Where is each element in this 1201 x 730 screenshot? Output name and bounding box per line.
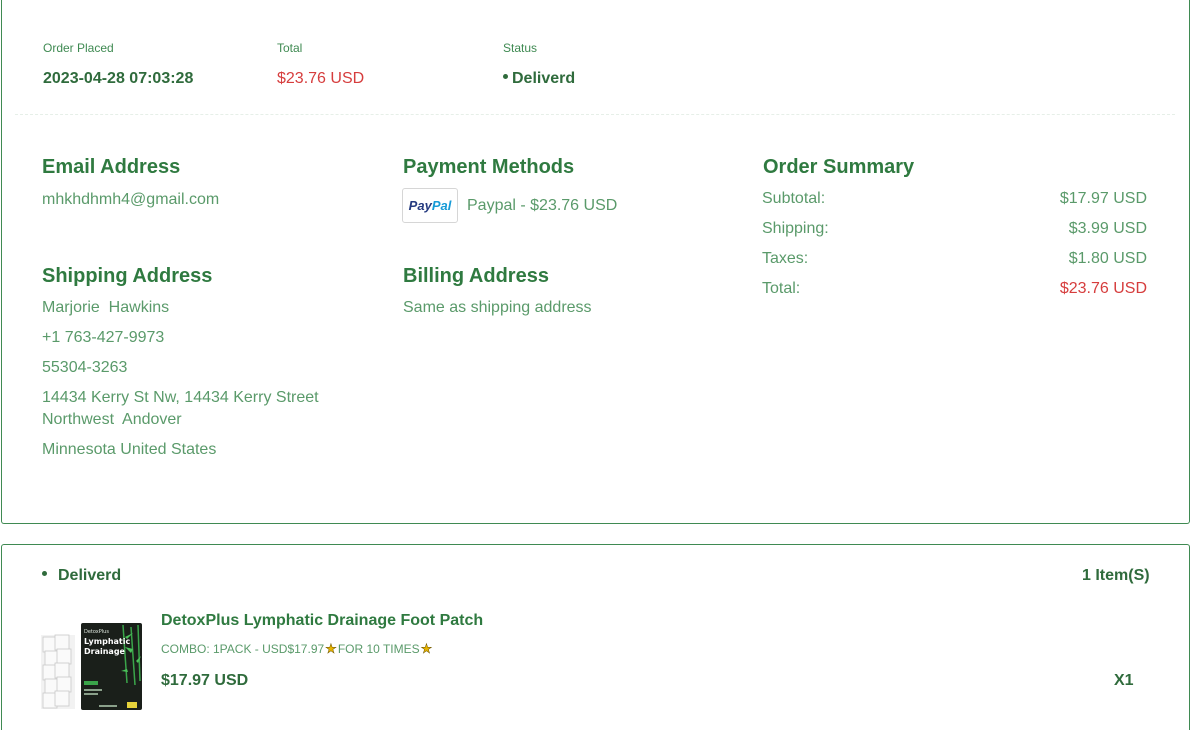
order-status-badge: Deliverd [503,70,575,88]
shipment-status-value: Deliverd [58,567,122,584]
shipment-status-badge: Deliverd [42,567,121,585]
payment-title: Payment Methods [403,156,575,178]
product-quantity: X1 [1114,672,1134,689]
summary-row-taxes: Taxes: $1.80 USD [762,250,1147,267]
order-total-value: $23.76 USD [277,70,365,87]
header-divider [15,114,1175,115]
order-total-label: Total [277,41,303,55]
summary-row-shipping: Shipping: $3.99 USD [762,220,1147,237]
shipping-name: Marjorie Hawkins [42,299,170,316]
paypal-logo-icon: Pay Pal [402,188,458,223]
summary-title: Order Summary [763,156,915,178]
billing-title: Billing Address [403,265,549,287]
product-price: $17.97 USD [161,672,249,689]
shipment-card [1,544,1190,730]
star-icon: ★ [325,641,337,657]
product-variant: COMBO: 1PACK - USD$17.97 ★ FOR 10 TIMES … [161,641,433,657]
status-dot-icon [42,571,47,577]
shipping-street-line2: Northwest Andover [42,411,182,428]
product-name-link[interactable]: DetoxPlus Lymphatic Drainage Foot Patch [161,612,483,630]
billing-value: Same as shipping address [403,299,592,316]
svg-text:Drainage: Drainage [84,647,126,656]
email-value: mhkhdhmh4@gmail.com [42,191,220,208]
star-icon: ★ [420,641,433,657]
shipping-street-line1: 14434 Kerry St Nw, 14434 Kerry Street [42,389,319,406]
svg-text:DetoxPlus: DetoxPlus [84,629,109,635]
order-status-value: Deliverd [512,70,576,87]
summary-row-subtotal: Subtotal: $17.97 USD [762,190,1147,207]
summary-row-total: Total: $23.76 USD [762,280,1147,297]
shipping-phone: +1 763-427-9973 [42,329,165,346]
payment-value: Paypal - $23.76 USD [467,197,618,214]
order-placed-label: Order Placed [43,41,114,55]
svg-text:Lymphatic: Lymphatic [84,637,130,646]
shipping-zip: 55304-3263 [42,359,128,376]
shipping-title: Shipping Address [42,265,213,287]
shipping-region: Minnesota United States [42,441,217,458]
email-title: Email Address [42,156,181,178]
status-dot-icon [503,74,508,80]
items-count: 1 Item(S) [1082,567,1150,584]
product-image[interactable]: DetoxPlus Lymphatic Drainage [41,623,143,712]
order-placed-value: 2023-04-28 07:03:28 [43,70,194,87]
order-status-label: Status [503,41,538,55]
